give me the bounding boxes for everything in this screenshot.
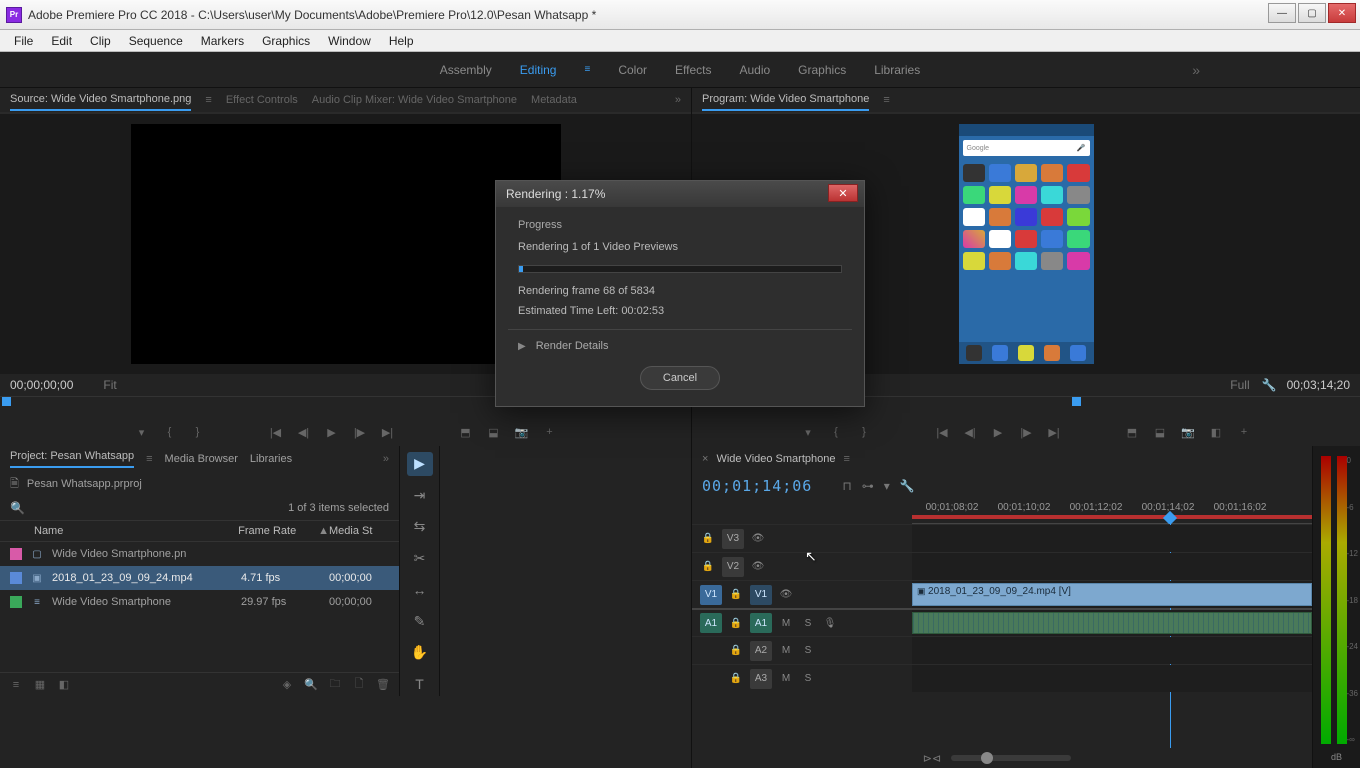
progress-section-label: Progress — [518, 219, 842, 231]
render-details-label: Render Details — [536, 340, 609, 352]
dialog-backdrop: Rendering : 1.17% ✕ Progress Rendering 1… — [0, 0, 1360, 768]
dialog-titlebar[interactable]: Rendering : 1.17% ✕ — [496, 181, 864, 207]
render-frame-line: Rendering frame 68 of 5834 — [518, 285, 842, 297]
render-progress-bar — [518, 265, 842, 273]
cancel-button[interactable]: Cancel — [640, 366, 720, 390]
render-dialog: Rendering : 1.17% ✕ Progress Rendering 1… — [495, 180, 865, 407]
render-status-line: Rendering 1 of 1 Video Previews — [518, 241, 842, 253]
dialog-title: Rendering : 1.17% — [506, 187, 605, 201]
render-progress-fill — [519, 266, 523, 272]
render-eta-line: Estimated Time Left: 00:02:53 — [518, 305, 842, 317]
render-details-toggle[interactable]: ▶ Render Details — [518, 340, 842, 352]
dialog-close-button[interactable]: ✕ — [828, 184, 858, 202]
dialog-separator — [508, 329, 852, 330]
chevron-right-icon: ▶ — [518, 341, 526, 352]
